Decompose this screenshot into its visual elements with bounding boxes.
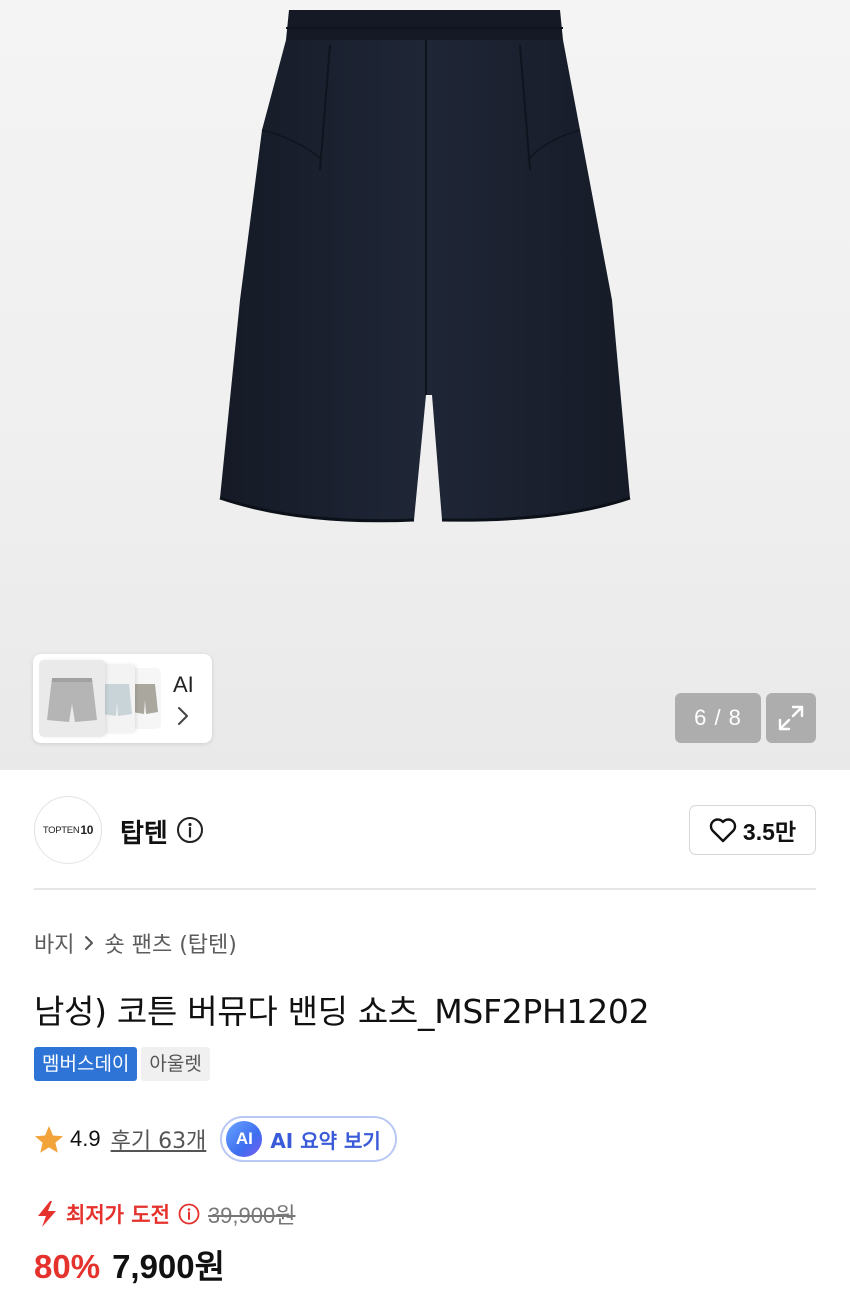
- product-badges: 멤버스데이 아울렛: [34, 1047, 210, 1081]
- breadcrumb-item-short-pants[interactable]: 숏 팬츠 (탑텐): [104, 927, 236, 959]
- ai-label: AI: [173, 672, 194, 697]
- lightning-icon: [38, 1201, 56, 1227]
- like-count: 3.5만: [742, 819, 797, 845]
- expand-image-button[interactable]: [766, 693, 816, 743]
- brand-logo[interactable]: TOPTEN 10: [34, 796, 102, 864]
- lowest-price-challenge: 최저가 도전 39,900원: [34, 1198, 295, 1230]
- brand-logo-mark: 10: [80, 823, 94, 837]
- expand-icon: [778, 705, 804, 731]
- rating-score: 4.9: [70, 1126, 101, 1151]
- badge-outlet: 아울렛: [141, 1047, 210, 1081]
- reviews-link[interactable]: 후기 63개: [111, 1123, 207, 1155]
- divider: [34, 888, 816, 890]
- breadcrumb: 바지 숏 팬츠 (탑텐): [34, 928, 237, 958]
- product-image-gallery[interactable]: AI 6 / 8: [0, 0, 850, 770]
- thumbnail-image: [39, 660, 105, 737]
- discount-rate: 80%: [34, 1248, 101, 1285]
- ai-summary-button[interactable]: AI AI 요약 보기: [220, 1116, 397, 1162]
- sale-price: 7,900원: [112, 1248, 226, 1285]
- ai-summary-label: AI 요약 보기: [270, 1128, 381, 1153]
- info-icon[interactable]: [178, 1203, 200, 1225]
- brand-row: TOPTEN 10 탑텐 3.5만: [34, 796, 816, 864]
- brand-logo-text: TOPTEN: [42, 824, 80, 836]
- product-title: 남성) 코튼 버뮤다 밴딩 쇼츠_MSF2PH1202: [34, 992, 650, 1031]
- heart-icon: [709, 818, 737, 843]
- breadcrumb-item-pants[interactable]: 바지: [34, 927, 74, 959]
- image-page-counter: 6 / 8: [675, 693, 761, 743]
- chevron-right-icon: [85, 936, 94, 950]
- ai-icon: AI: [226, 1121, 263, 1157]
- star-icon: [35, 1125, 63, 1153]
- rating-row: 4.9 후기 63개 AI AI 요약 보기: [34, 1116, 397, 1162]
- badge-members-day: 멤버스데이: [34, 1047, 138, 1081]
- lowest-price-label: 최저가 도전: [66, 1203, 170, 1227]
- brand-name[interactable]: 탑텐: [120, 813, 168, 850]
- ai-similar-products-card[interactable]: AI: [33, 654, 212, 743]
- chevron-right-icon: [178, 707, 188, 725]
- original-price: 39,900원: [207, 1203, 296, 1228]
- price-row: 80% 7,900원: [34, 1240, 225, 1288]
- info-icon[interactable]: [176, 816, 204, 844]
- like-button[interactable]: 3.5만: [689, 805, 816, 855]
